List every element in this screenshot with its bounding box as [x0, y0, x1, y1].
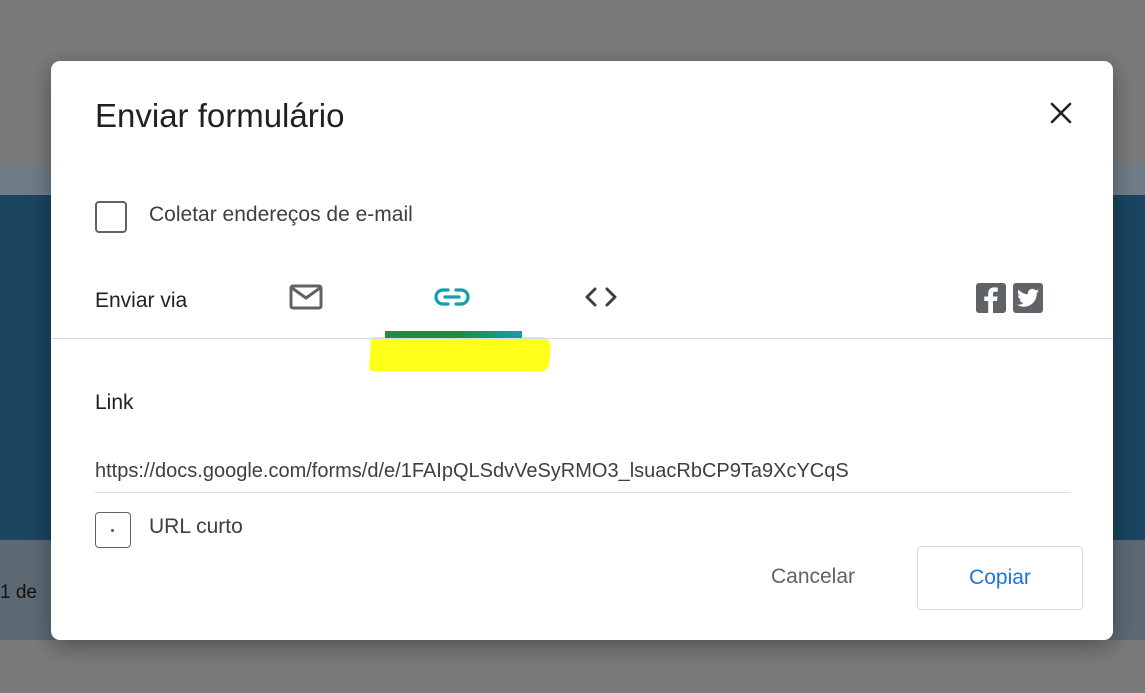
close-button[interactable]	[1041, 93, 1081, 133]
close-icon	[1050, 102, 1072, 124]
twitter-icon	[1017, 288, 1039, 307]
share-twitter-button[interactable]	[1013, 283, 1043, 313]
tab-send-email[interactable]	[266, 271, 346, 323]
copy-button[interactable]: Copiar	[917, 546, 1083, 610]
short-url-checkbox[interactable]	[95, 512, 131, 548]
section-divider	[51, 338, 1113, 339]
mail-icon	[289, 284, 323, 310]
highlighter-annotation	[368, 337, 552, 371]
collect-emails-label: Coletar endereços de e-mail	[149, 203, 413, 226]
facebook-icon	[984, 287, 998, 313]
link-url-field[interactable]: https://docs.google.com/forms/d/e/1FAIpQ…	[95, 456, 1070, 493]
link-heading: Link	[95, 391, 134, 414]
cancel-button[interactable]: Cancelar	[748, 551, 878, 603]
background-page-indicator: 1 de	[0, 582, 37, 603]
screen: 1 de Enviar formulário Coletar endereços…	[0, 0, 1145, 693]
short-url-label: URL curto	[149, 515, 243, 538]
dialog-title: Enviar formulário	[95, 97, 345, 134]
share-facebook-button[interactable]	[976, 283, 1006, 313]
tab-send-link[interactable]	[412, 271, 492, 323]
collect-emails-checkbox[interactable]	[95, 201, 127, 233]
focus-dot	[111, 529, 114, 532]
send-form-dialog: Enviar formulário Coletar endereços de e…	[51, 61, 1113, 640]
code-icon	[585, 287, 617, 307]
link-icon	[434, 288, 470, 306]
tab-send-embed[interactable]	[561, 271, 641, 323]
send-via-label: Enviar via	[95, 289, 188, 312]
background-bottom	[0, 640, 1145, 693]
selected-tab-indicator	[385, 331, 522, 338]
